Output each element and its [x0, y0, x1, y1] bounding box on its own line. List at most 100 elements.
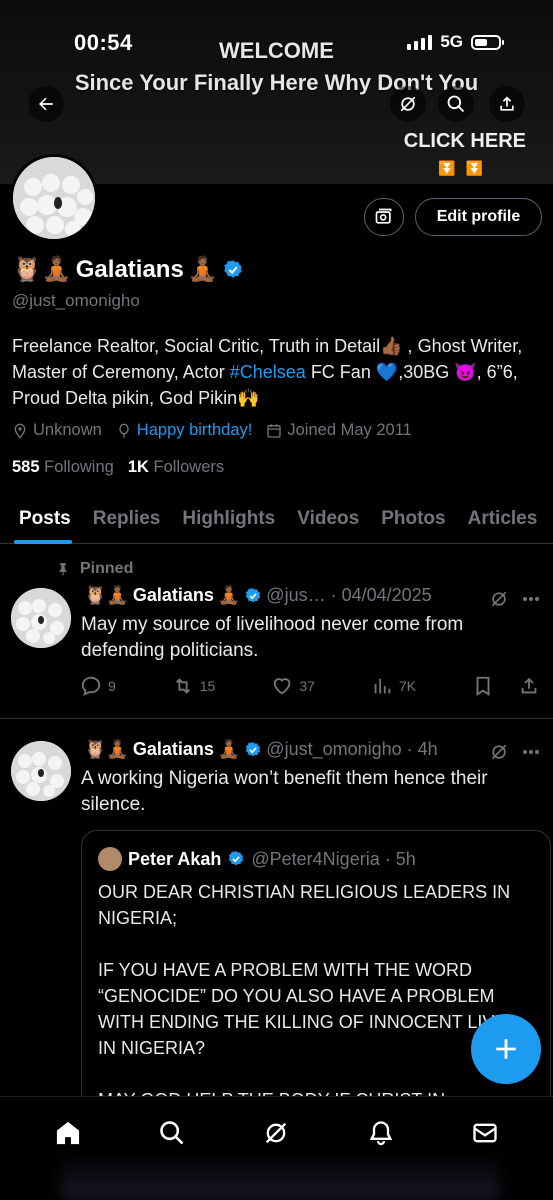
birthday-link[interactable]: Happy birthday!	[137, 421, 253, 440]
joined-text: Joined May 2011	[287, 421, 412, 439]
quote-avatar[interactable]	[98, 847, 122, 871]
home-icon	[57, 1121, 80, 1145]
post-actions: 9 15 37 7K	[80, 675, 540, 697]
post-text: A working Nigeria won’t benefit them hen…	[81, 768, 488, 815]
profile-tabs: Posts Replies Highlights Videos Photos A…	[0, 496, 553, 544]
verified-icon	[229, 851, 244, 866]
following-count: 585	[12, 458, 40, 476]
author-handle-time: @jus… · 04/04/2025	[266, 585, 432, 605]
quote-handle-time: @Peter4Nigeria · 5h	[251, 848, 416, 869]
author-emoji-prefix: 🦉🧘🏾	[84, 585, 129, 605]
grok-icon[interactable]	[489, 742, 509, 762]
search-button[interactable]	[438, 86, 474, 122]
name-emoji-prefix: 🦉🧘🏾	[12, 256, 72, 283]
quote-header: Peter Akah @Peter4Nigeria · 5h	[98, 847, 416, 871]
pin-icon	[59, 563, 67, 576]
verified-icon	[223, 259, 242, 278]
tab-photos[interactable]: Photos	[370, 496, 456, 542]
author-emoji-prefix: 🦉🧘🏾	[84, 739, 129, 759]
tab-videos[interactable]: Videos	[286, 496, 370, 542]
quoted-post[interactable]: Peter Akah @Peter4Nigeria · 5h OUR DEAR …	[81, 830, 551, 1120]
repost-button[interactable]: 15	[172, 675, 216, 697]
home-indicator-area	[60, 1150, 500, 1200]
like-icon	[274, 678, 291, 695]
reply-button[interactable]: 9	[80, 675, 116, 697]
views-button[interactable]: 7K	[371, 675, 416, 697]
verified-icon	[246, 741, 261, 756]
repost-count: 15	[199, 678, 216, 694]
nav-grok[interactable]	[256, 1113, 296, 1153]
followers-count: 1K	[127, 458, 149, 476]
nav-messages[interactable]	[465, 1113, 505, 1153]
like-count: 37	[299, 678, 315, 694]
views-icon	[374, 678, 391, 694]
professional-tools-button[interactable]	[364, 198, 404, 236]
quote-author[interactable]: Peter Akah	[128, 849, 221, 870]
compose-button[interactable]	[471, 1014, 541, 1084]
birthday-item[interactable]: Happy birthday!	[116, 421, 253, 440]
post-header: 🦉🧘🏾 Galatians 🧘🏾 @jus… · 04/04/2025	[84, 585, 432, 606]
bell-icon	[369, 1121, 392, 1146]
tab-replies[interactable]: Replies	[82, 496, 172, 542]
more-icon[interactable]	[522, 595, 540, 603]
more-icon[interactable]	[522, 748, 540, 756]
display-name: Galatians	[75, 255, 184, 283]
quote-text: OUR DEAR CHRISTIAN RELIGIOUS LEADERS IN …	[98, 882, 518, 1110]
post-text: May my source of livelihood never come f…	[81, 614, 464, 661]
mail-icon	[473, 1123, 497, 1143]
repost-icon	[175, 678, 190, 694]
post-avatar[interactable]	[11, 588, 71, 648]
name-emoji-suffix: 🧘🏾	[187, 256, 218, 283]
author-name[interactable]: Galatians	[133, 585, 214, 606]
banner-arrows: ⏬⏬	[438, 160, 493, 176]
reply-count: 9	[108, 678, 116, 694]
location-text: Unknown	[33, 421, 102, 439]
author-emoji-suffix: 🧘🏾	[217, 585, 241, 605]
like-button[interactable]: 37	[271, 675, 315, 697]
author-name[interactable]: Galatians	[133, 739, 214, 760]
back-arrow-icon	[39, 97, 53, 111]
bio-hashtag-link[interactable]: #Chelsea	[230, 362, 306, 382]
search-icon	[447, 95, 465, 113]
balloon-icon	[119, 423, 129, 438]
followers-link[interactable]: 1K Followers	[128, 458, 224, 477]
grok-icon	[266, 1122, 287, 1144]
back-button[interactable]	[28, 86, 64, 122]
nav-search[interactable]	[152, 1113, 192, 1153]
reply-icon	[81, 676, 101, 696]
author-emoji-suffix: 🧘🏾	[217, 739, 241, 759]
tab-highlights[interactable]: Highlights	[171, 496, 286, 542]
pinned-post[interactable]: Pinned 🦉🧘🏾 Galatians 🧘🏾 @jus… · 04/04/20…	[0, 545, 553, 720]
grok-button[interactable]	[390, 86, 426, 122]
follow-stats: 585 Following 1K Followers	[12, 458, 224, 477]
profile-handle: @just_omonigho	[12, 291, 140, 310]
pinned-label: Pinned	[80, 560, 134, 577]
post-avatar[interactable]	[11, 741, 71, 801]
nav-notifications[interactable]	[361, 1113, 401, 1153]
followers-label: Followers	[153, 458, 225, 476]
author-handle-time: @just_omonigho · 4h	[266, 739, 438, 759]
tab-articles[interactable]: Articles	[457, 496, 549, 542]
camera-icon	[375, 208, 392, 224]
profile-avatar[interactable]	[10, 154, 98, 242]
location-item: Unknown	[12, 421, 102, 440]
share-icon[interactable]	[518, 675, 540, 697]
pinned-indicator: Pinned	[56, 560, 133, 578]
calendar-icon	[267, 423, 282, 438]
edit-profile-button[interactable]: Edit profile	[415, 198, 542, 236]
nav-home[interactable]	[48, 1113, 88, 1153]
share-button[interactable]	[489, 86, 525, 122]
location-icon	[14, 423, 26, 439]
share-icon	[500, 96, 514, 111]
grok-icon	[400, 96, 416, 112]
following-link[interactable]: 585 Following	[12, 458, 114, 477]
profile-meta: Unknown Happy birthday! Joined May 2011	[12, 421, 412, 440]
verified-icon	[246, 587, 261, 602]
bookmark-icon[interactable]	[472, 675, 494, 697]
plus-icon	[496, 1039, 516, 1059]
profile-bio: Freelance Realtor, Social Critic, Truth …	[12, 333, 542, 411]
views-count: 7K	[398, 678, 416, 694]
grok-icon[interactable]	[489, 589, 509, 609]
banner-click-here: CLICK HERE	[403, 130, 526, 152]
tab-posts[interactable]: Posts	[0, 496, 82, 544]
